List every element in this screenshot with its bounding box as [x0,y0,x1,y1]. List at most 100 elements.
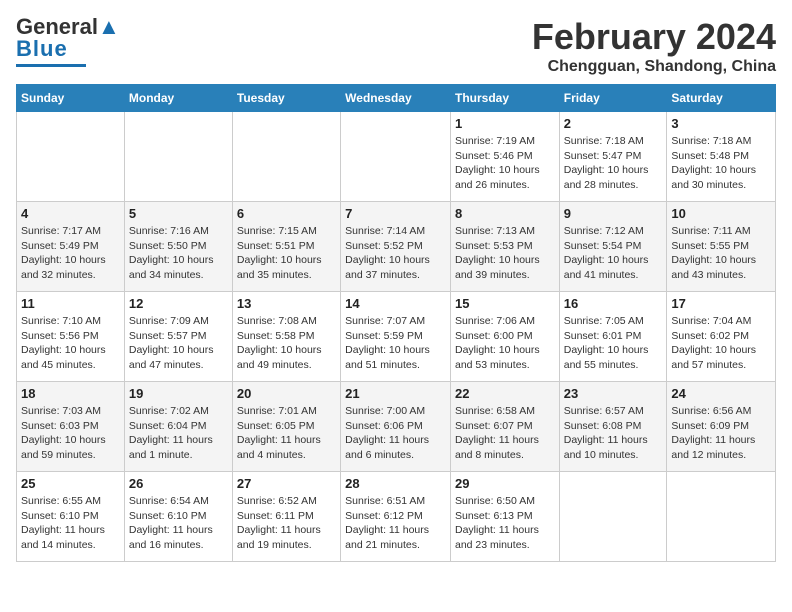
day-cell: 2Sunrise: 7:18 AMSunset: 5:47 PMDaylight… [559,112,667,202]
week-row-4: 18 Sunrise: 7:03 AMSunset: 6:03 PMDayligh… [17,382,776,472]
week-row-2: 4 Sunrise: 7:17 AMSunset: 5:49 PMDaylight… [17,202,776,292]
day-info: Sunrise: 6:55 AMSunset: 6:10 PMDaylight:… [21,494,120,553]
day-cell: 8 Sunrise: 7:13 AMSunset: 5:53 PMDaylight… [450,202,559,292]
day-info: Sunrise: 7:09 AMSunset: 5:57 PMDaylight:… [129,314,228,373]
day-cell [559,472,667,562]
day-cell: 26 Sunrise: 6:54 AMSunset: 6:10 PMDayligh… [124,472,232,562]
header-cell-tuesday: Tuesday [232,85,340,112]
day-number: 3 [671,116,771,131]
calendar-header: SundayMondayTuesdayWednesdayThursdayFrid… [17,85,776,112]
day-info: Sunrise: 7:19 AMSunset: 5:46 PMDaylight:… [455,134,555,193]
day-number: 17 [671,296,771,311]
day-cell [17,112,125,202]
day-info: Sunrise: 7:18 AMSunset: 5:48 PMDaylight:… [671,134,771,193]
day-number: 13 [237,296,336,311]
day-number: 10 [671,206,771,221]
day-number: 12 [129,296,228,311]
day-info: Sunrise: 7:08 AMSunset: 5:58 PMDaylight:… [237,314,336,373]
logo-line [16,64,86,67]
day-info: Sunrise: 6:54 AMSunset: 6:10 PMDaylight:… [129,494,228,553]
day-number: 28 [345,476,446,491]
week-row-3: 11 Sunrise: 7:10 AMSunset: 5:56 PMDayligh… [17,292,776,382]
day-cell: 12 Sunrise: 7:09 AMSunset: 5:57 PMDayligh… [124,292,232,382]
logo: General▲ Blue [16,16,120,67]
week-row-5: 25Sunrise: 6:55 AMSunset: 6:10 PMDayligh… [17,472,776,562]
day-number: 4 [21,206,120,221]
day-info: Sunrise: 7:16 AMSunset: 5:50 PMDaylight:… [129,224,228,283]
day-cell: 20 Sunrise: 7:01 AMSunset: 6:05 PMDayligh… [232,382,340,472]
day-number: 8 [455,206,555,221]
day-number: 20 [237,386,336,401]
day-info: Sunrise: 6:52 AMSunset: 6:11 PMDaylight:… [237,494,336,553]
day-info: Sunrise: 7:11 AMSunset: 5:55 PMDaylight:… [671,224,771,283]
day-cell [232,112,340,202]
day-cell: 17 Sunrise: 7:04 AMSunset: 6:02 PMDayligh… [667,292,776,382]
day-cell [124,112,232,202]
day-number: 29 [455,476,555,491]
day-cell [341,112,451,202]
day-cell: 27 Sunrise: 6:52 AMSunset: 6:11 PMDayligh… [232,472,340,562]
day-info: Sunrise: 7:01 AMSunset: 6:05 PMDaylight:… [237,404,336,463]
day-info: Sunrise: 7:18 AMSunset: 5:47 PMDaylight:… [564,134,663,193]
day-info: Sunrise: 6:51 AMSunset: 6:12 PMDaylight:… [345,494,446,553]
month-title: February 2024 [532,16,776,58]
day-cell: 22 Sunrise: 6:58 AMSunset: 6:07 PMDayligh… [450,382,559,472]
calendar-body: 1 Sunrise: 7:19 AMSunset: 5:46 PMDaylight… [17,112,776,562]
day-cell: 21 Sunrise: 7:00 AMSunset: 6:06 PMDayligh… [341,382,451,472]
logo-blue: Blue [16,36,68,62]
logo-text: General▲ [16,16,120,38]
day-number: 6 [237,206,336,221]
day-number: 22 [455,386,555,401]
day-cell: 6Sunrise: 7:15 AMSunset: 5:51 PMDaylight… [232,202,340,292]
day-info: Sunrise: 7:05 AMSunset: 6:01 PMDaylight:… [564,314,663,373]
day-number: 21 [345,386,446,401]
header-cell-thursday: Thursday [450,85,559,112]
day-number: 18 [21,386,120,401]
day-cell: 13 Sunrise: 7:08 AMSunset: 5:58 PMDayligh… [232,292,340,382]
day-info: Sunrise: 7:10 AMSunset: 5:56 PMDaylight:… [21,314,120,373]
day-info: Sunrise: 7:14 AMSunset: 5:52 PMDaylight:… [345,224,446,283]
day-number: 7 [345,206,446,221]
day-cell: 5 Sunrise: 7:16 AMSunset: 5:50 PMDaylight… [124,202,232,292]
day-cell: 14 Sunrise: 7:07 AMSunset: 5:59 PMDayligh… [341,292,451,382]
day-info: Sunrise: 7:00 AMSunset: 6:06 PMDaylight:… [345,404,446,463]
day-number: 19 [129,386,228,401]
header-cell-sunday: Sunday [17,85,125,112]
day-cell: 3 Sunrise: 7:18 AMSunset: 5:48 PMDaylight… [667,112,776,202]
day-cell: 9Sunrise: 7:12 AMSunset: 5:54 PMDaylight… [559,202,667,292]
day-info: Sunrise: 7:02 AMSunset: 6:04 PMDaylight:… [129,404,228,463]
day-cell: 1 Sunrise: 7:19 AMSunset: 5:46 PMDaylight… [450,112,559,202]
day-info: Sunrise: 6:58 AMSunset: 6:07 PMDaylight:… [455,404,555,463]
week-row-1: 1 Sunrise: 7:19 AMSunset: 5:46 PMDaylight… [17,112,776,202]
day-info: Sunrise: 7:12 AMSunset: 5:54 PMDaylight:… [564,224,663,283]
day-info: Sunrise: 6:50 AMSunset: 6:13 PMDaylight:… [455,494,555,553]
day-number: 1 [455,116,555,131]
day-info: Sunrise: 7:07 AMSunset: 5:59 PMDaylight:… [345,314,446,373]
day-number: 5 [129,206,228,221]
day-number: 27 [237,476,336,491]
header-cell-friday: Friday [559,85,667,112]
day-info: Sunrise: 7:03 AMSunset: 6:03 PMDaylight:… [21,404,120,463]
day-cell: 7 Sunrise: 7:14 AMSunset: 5:52 PMDaylight… [341,202,451,292]
day-number: 26 [129,476,228,491]
day-info: Sunrise: 7:06 AMSunset: 6:00 PMDaylight:… [455,314,555,373]
header-row: SundayMondayTuesdayWednesdayThursdayFrid… [17,85,776,112]
day-info: Sunrise: 7:13 AMSunset: 5:53 PMDaylight:… [455,224,555,283]
day-info: Sunrise: 7:04 AMSunset: 6:02 PMDaylight:… [671,314,771,373]
day-number: 14 [345,296,446,311]
day-number: 16 [564,296,663,311]
day-number: 23 [564,386,663,401]
day-number: 11 [21,296,120,311]
header-cell-saturday: Saturday [667,85,776,112]
page-header: General▲ Blue February 2024 Chengguan, S… [16,16,776,76]
day-info: Sunrise: 7:17 AMSunset: 5:49 PMDaylight:… [21,224,120,283]
day-cell: 18 Sunrise: 7:03 AMSunset: 6:03 PMDayligh… [17,382,125,472]
day-cell: 23 Sunrise: 6:57 AMSunset: 6:08 PMDayligh… [559,382,667,472]
day-number: 15 [455,296,555,311]
day-cell: 28 Sunrise: 6:51 AMSunset: 6:12 PMDayligh… [341,472,451,562]
day-cell [667,472,776,562]
day-number: 24 [671,386,771,401]
day-cell: 16 Sunrise: 7:05 AMSunset: 6:01 PMDayligh… [559,292,667,382]
day-info: Sunrise: 6:57 AMSunset: 6:08 PMDaylight:… [564,404,663,463]
title-block: February 2024 Chengguan, Shandong, China [532,16,776,76]
